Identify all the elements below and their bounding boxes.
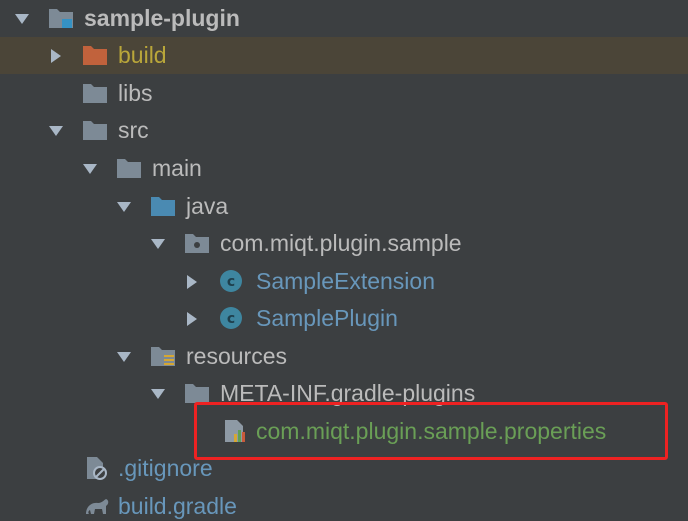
tree-row-build[interactable]: build [0,37,688,74]
folder-icon [83,121,107,140]
tree-label-java: java [186,193,229,219]
chevron-down-icon[interactable] [82,161,98,177]
tree-label-src: src [118,117,149,143]
folder-icon [83,84,107,103]
tree-label-main: main [152,155,202,181]
chevron-down-icon[interactable] [48,123,64,139]
class-icon: c [220,270,242,292]
chevron-down-icon[interactable] [14,11,30,27]
gradle-icon [86,499,109,514]
tree-label-build: build [118,42,167,68]
tree-row-build-gradle[interactable]: build.gradle [0,488,688,521]
tree-row-java[interactable]: java [0,188,688,225]
tree-row-src[interactable]: src [0,112,688,149]
ignored-file-icon [87,457,107,480]
resources-folder-icon [151,347,175,366]
folder-icon [117,159,141,178]
project-tree: sample-plugin build libs src main java c… [0,0,688,521]
class-icon-letter: c [227,311,235,327]
tree-label-sample-plugin: SamplePlugin [256,305,398,331]
tree-row-main[interactable]: main [0,150,688,187]
chevron-right-icon[interactable] [48,48,64,64]
excluded-folder-icon [83,46,107,65]
tree-row-package[interactable]: com.miqt.plugin.sample [0,225,688,262]
tree-row-sample-extension[interactable]: c SampleExtension [0,263,688,300]
package-icon [185,234,209,253]
tree-label-root: sample-plugin [84,5,240,31]
tree-label-package: com.miqt.plugin.sample [220,230,462,256]
chevron-down-icon[interactable] [116,349,132,365]
highlight-box [194,402,668,460]
source-folder-icon [151,197,175,216]
class-icon-letter: c [227,274,235,290]
chevron-right-icon[interactable] [184,274,200,290]
chevron-down-icon[interactable] [150,386,166,402]
project-folder-icon [49,9,73,28]
tree-row-libs[interactable]: libs [0,75,688,112]
tree-label-sample-extension: SampleExtension [256,268,435,294]
class-icon: c [220,307,242,329]
tree-row-root[interactable]: sample-plugin [0,0,688,37]
tree-label-resources: resources [186,343,287,369]
chevron-right-icon[interactable] [184,311,200,327]
chevron-down-icon[interactable] [150,236,166,252]
tree-row-sample-plugin[interactable]: c SamplePlugin [0,300,688,337]
tree-row-resources[interactable]: resources [0,338,688,375]
chevron-down-icon[interactable] [116,199,132,215]
tree-label-build-gradle: build.gradle [118,493,237,519]
tree-label-libs: libs [118,80,153,106]
